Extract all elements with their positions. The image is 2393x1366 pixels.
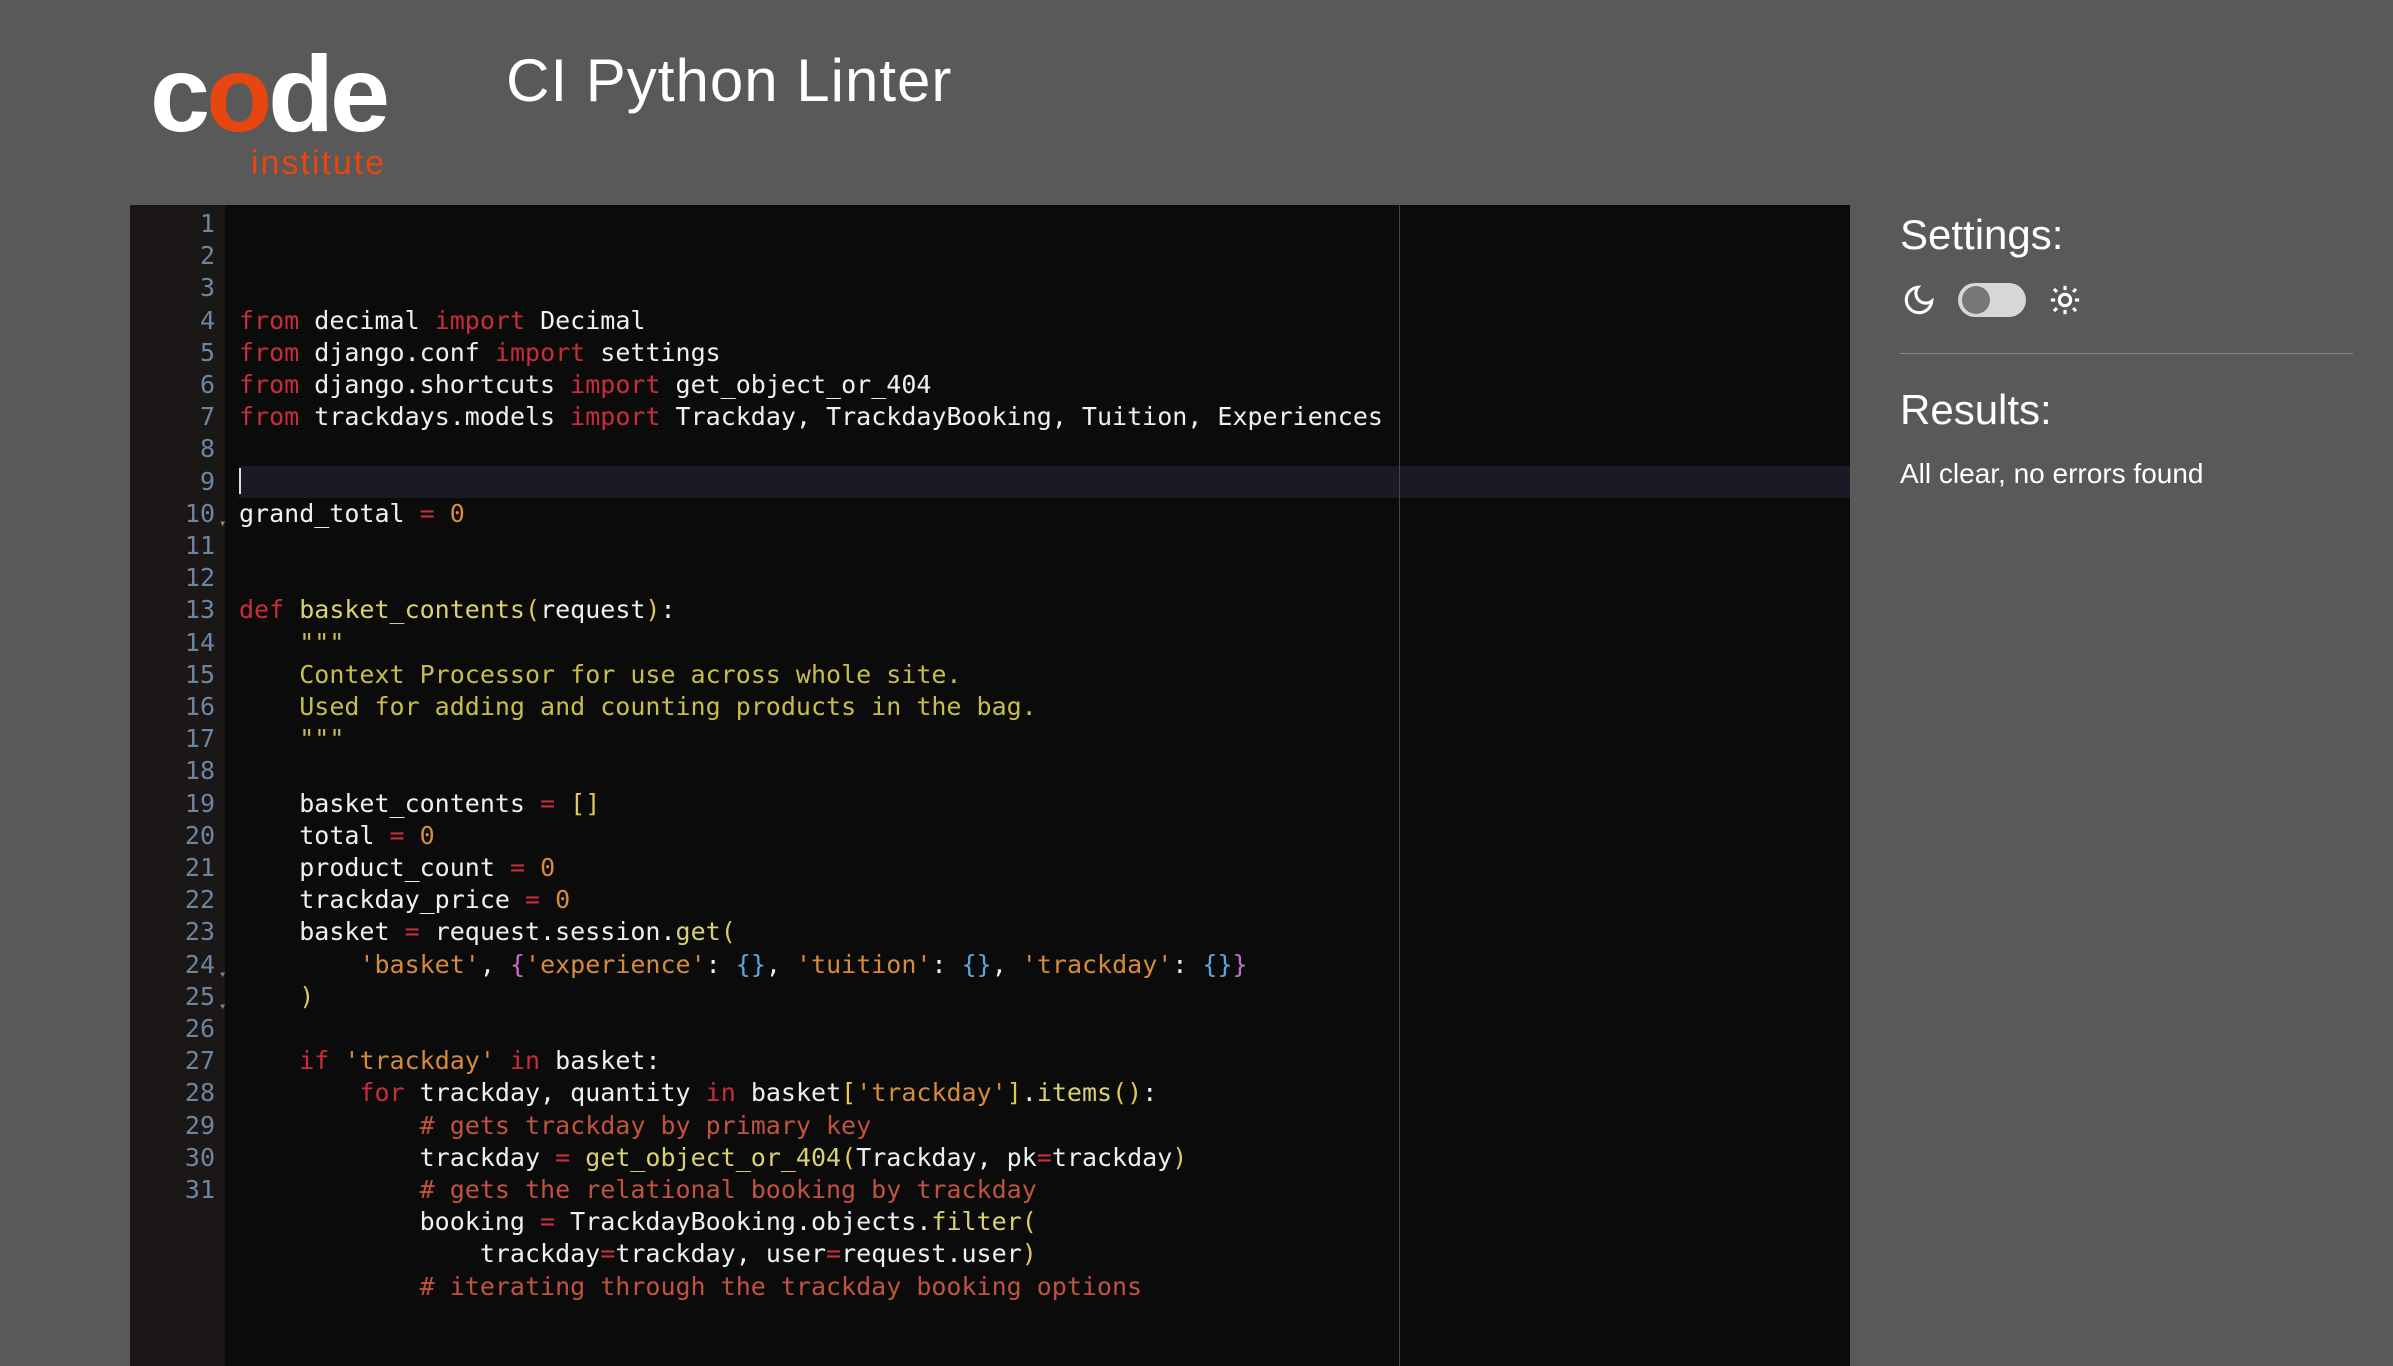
code-line[interactable]: Context Processor for use across whole s… bbox=[239, 659, 1850, 691]
logo-text-post: de bbox=[268, 33, 386, 154]
code-line[interactable]: basket_contents = [] bbox=[239, 788, 1850, 820]
sun-icon bbox=[2048, 283, 2082, 317]
line-number: 20 bbox=[148, 820, 215, 852]
line-number: 17 bbox=[148, 723, 215, 755]
code-line[interactable] bbox=[239, 755, 1850, 787]
line-gutter: 1234567891011121314151617181920212223242… bbox=[130, 205, 225, 1366]
toggle-knob bbox=[1962, 286, 1990, 314]
line-number: 16 bbox=[148, 691, 215, 723]
moon-icon bbox=[1902, 283, 1936, 317]
line-number: 28 bbox=[148, 1077, 215, 1109]
code-line[interactable]: 'basket', {'experience': {}, 'tuition': … bbox=[239, 949, 1850, 981]
line-number: 21 bbox=[148, 852, 215, 884]
line-number: 6 bbox=[148, 369, 215, 401]
code-line[interactable]: def basket_contents(request): bbox=[239, 594, 1850, 626]
code-line[interactable]: from django.conf import settings bbox=[239, 337, 1850, 369]
line-number: 24 bbox=[148, 949, 215, 981]
results-text: All clear, no errors found bbox=[1900, 458, 2353, 490]
code-line[interactable]: # gets trackday by primary key bbox=[239, 1110, 1850, 1142]
line-number: 30 bbox=[148, 1142, 215, 1174]
line-number: 25 bbox=[148, 981, 215, 1013]
line-number: 8 bbox=[148, 433, 215, 465]
code-line[interactable] bbox=[239, 530, 1850, 562]
code-line[interactable] bbox=[239, 1013, 1850, 1045]
code-line[interactable]: trackday_price = 0 bbox=[239, 884, 1850, 916]
logo: code institute bbox=[150, 40, 386, 180]
code-area[interactable]: from decimal import Decimalfrom django.c… bbox=[225, 205, 1850, 1366]
code-line[interactable] bbox=[239, 433, 1850, 465]
line-number: 22 bbox=[148, 884, 215, 916]
code-line[interactable]: total = 0 bbox=[239, 820, 1850, 852]
code-line[interactable]: trackday = get_object_or_404(Trackday, p… bbox=[239, 1142, 1850, 1174]
code-line[interactable]: if 'trackday' in basket: bbox=[239, 1045, 1850, 1077]
page-title: CI Python Linter bbox=[506, 46, 952, 115]
code-line[interactable]: trackday=trackday, user=request.user) bbox=[239, 1238, 1850, 1270]
line-number: 7 bbox=[148, 401, 215, 433]
code-line[interactable]: grand_total = 0 bbox=[239, 498, 1850, 530]
line-number: 29 bbox=[148, 1110, 215, 1142]
line-number: 13 bbox=[148, 594, 215, 626]
line-number: 2 bbox=[148, 240, 215, 272]
line-number: 31 bbox=[148, 1174, 215, 1206]
code-editor[interactable]: 1234567891011121314151617181920212223242… bbox=[130, 205, 1850, 1366]
code-line[interactable]: from django.shortcuts import get_object_… bbox=[239, 369, 1850, 401]
line-number: 4 bbox=[148, 305, 215, 337]
line-number: 1 bbox=[148, 208, 215, 240]
code-line[interactable]: """ bbox=[239, 627, 1850, 659]
line-number: 10 bbox=[148, 498, 215, 530]
line-number: 9 bbox=[148, 466, 215, 498]
line-number: 15 bbox=[148, 659, 215, 691]
line-number: 26 bbox=[148, 1013, 215, 1045]
line-number: 19 bbox=[148, 788, 215, 820]
header: code institute CI Python Linter bbox=[0, 0, 2393, 205]
code-line[interactable]: for trackday, quantity in basket['trackd… bbox=[239, 1077, 1850, 1109]
code-line[interactable]: basket = request.session.get( bbox=[239, 916, 1850, 948]
logo-subtitle: institute bbox=[251, 146, 386, 180]
code-line[interactable]: product_count = 0 bbox=[239, 852, 1850, 884]
text-cursor bbox=[239, 468, 241, 494]
code-line[interactable]: booking = TrackdayBooking.objects.filter… bbox=[239, 1206, 1850, 1238]
code-line[interactable] bbox=[239, 562, 1850, 594]
line-number: 27 bbox=[148, 1045, 215, 1077]
logo-text-pre: c bbox=[150, 33, 206, 154]
code-line[interactable] bbox=[239, 466, 1850, 498]
line-number: 23 bbox=[148, 916, 215, 948]
code-line[interactable]: from decimal import Decimal bbox=[239, 305, 1850, 337]
results-heading: Results: bbox=[1900, 386, 2353, 434]
settings-heading: Settings: bbox=[1900, 211, 2353, 259]
logo-text-o: o bbox=[206, 33, 268, 154]
sidebar: Settings: bbox=[1900, 205, 2393, 1366]
code-line[interactable]: ) bbox=[239, 981, 1850, 1013]
code-line[interactable]: # iterating through the trackday booking… bbox=[239, 1271, 1850, 1303]
code-line[interactable]: """ bbox=[239, 723, 1850, 755]
line-number: 12 bbox=[148, 562, 215, 594]
code-line[interactable]: # gets the relational booking by trackda… bbox=[239, 1174, 1850, 1206]
line-number: 11 bbox=[148, 530, 215, 562]
theme-toggle[interactable] bbox=[1958, 283, 2026, 317]
line-number: 5 bbox=[148, 337, 215, 369]
divider bbox=[1900, 353, 2353, 354]
code-line[interactable]: from trackdays.models import Trackday, T… bbox=[239, 401, 1850, 433]
code-line[interactable]: Used for adding and counting products in… bbox=[239, 691, 1850, 723]
line-number: 18 bbox=[148, 755, 215, 787]
line-number: 14 bbox=[148, 627, 215, 659]
line-number: 3 bbox=[148, 272, 215, 304]
